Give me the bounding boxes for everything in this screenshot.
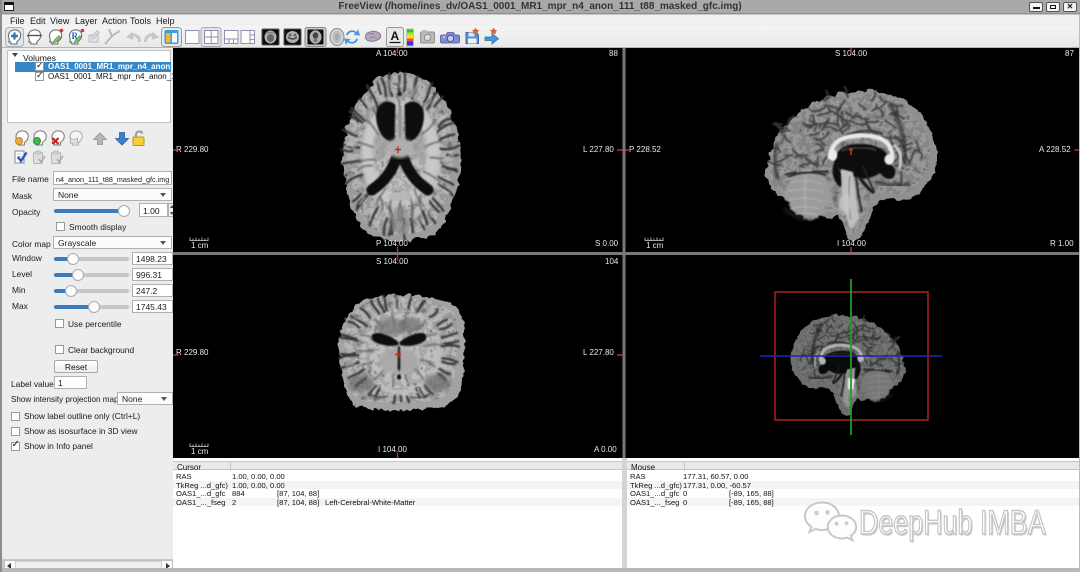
svg-text:A: A [391, 29, 400, 43]
